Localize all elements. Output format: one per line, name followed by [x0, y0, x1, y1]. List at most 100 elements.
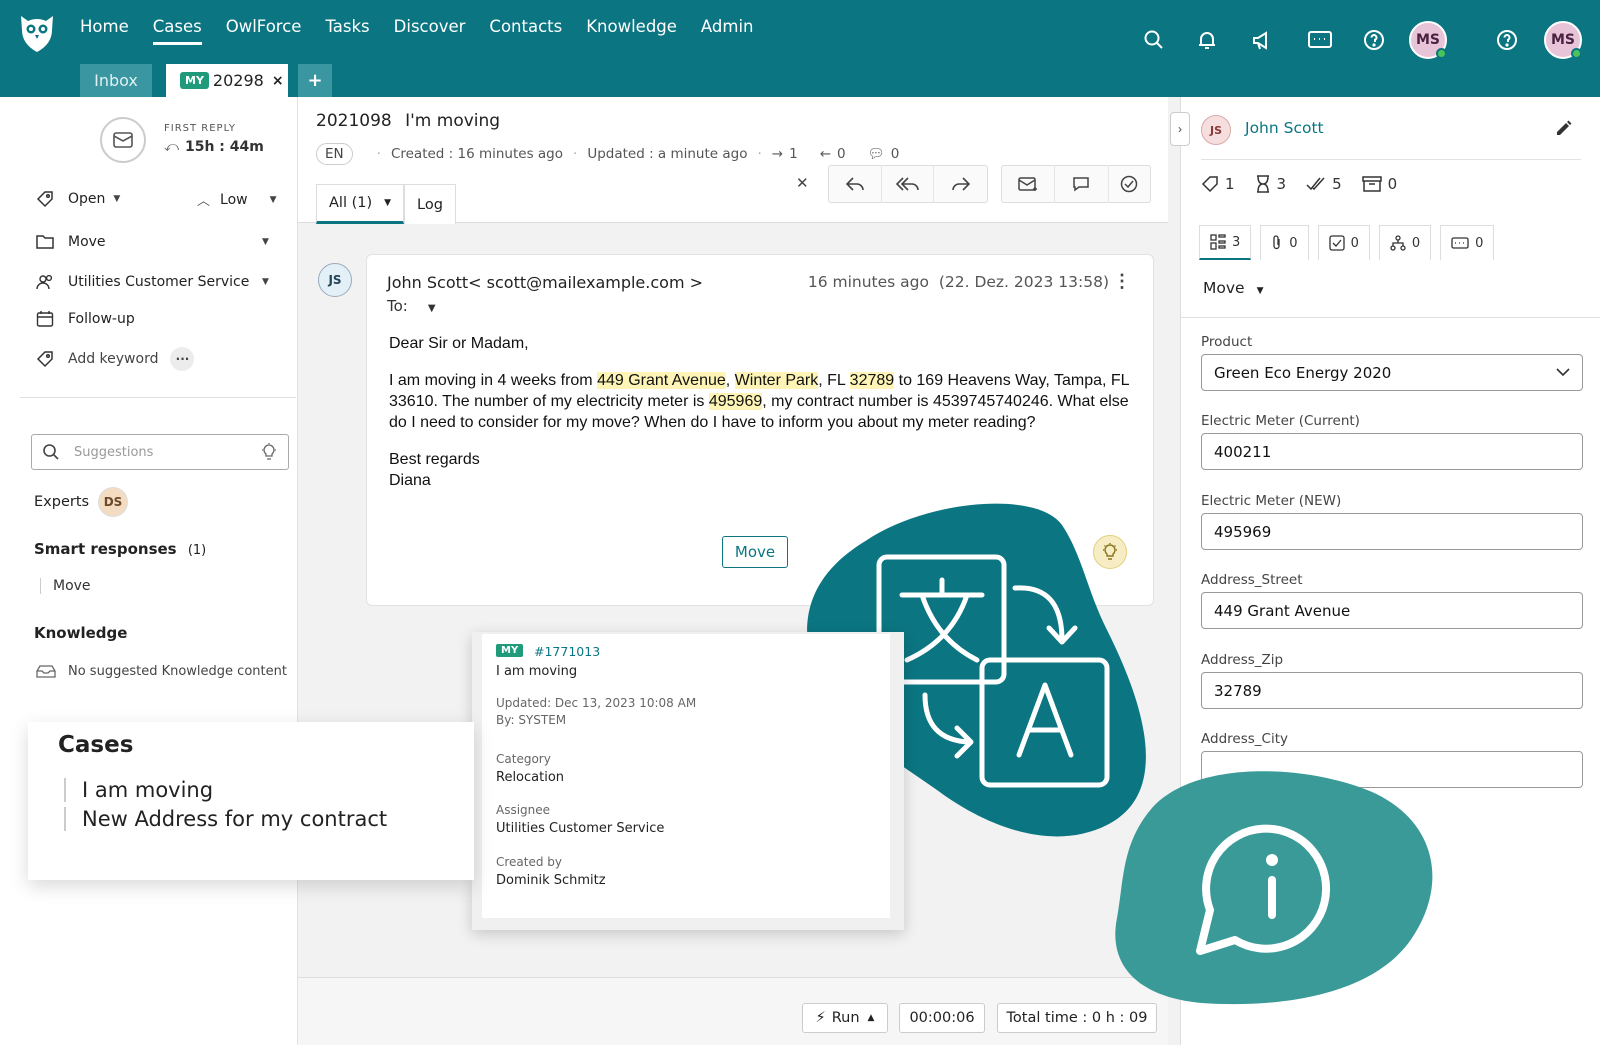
tab-all[interactable]: All (1) ▼ — [316, 184, 405, 224]
cases-overlay-item[interactable]: New Address for my contract — [64, 807, 387, 831]
tab-tasks[interactable]: 0 — [1317, 225, 1370, 260]
stat-archived[interactable]: 0 — [1361, 175, 1397, 193]
related-case-card[interactable]: MY #1771013 I am moving Updated: Dec 13,… — [482, 634, 890, 918]
nav-contacts[interactable]: Contacts — [489, 17, 562, 45]
language-badge[interactable]: EN — [316, 143, 353, 165]
category-dropdown[interactable]: Move ▼ — [36, 234, 269, 250]
nav-home[interactable]: Home — [80, 17, 129, 45]
folder-icon — [36, 234, 56, 250]
cases-overlay-item[interactable]: I am moving — [64, 778, 213, 802]
chat-window-icon[interactable] — [1307, 28, 1333, 52]
tab-all-label: All (1) — [329, 195, 373, 211]
users-icon — [36, 273, 56, 291]
email-time: 16 minutes ago (22. Dez. 2023 13:58) — [807, 273, 1109, 291]
nav-tasks[interactable]: Tasks — [325, 17, 369, 45]
close-tab-icon[interactable]: × — [272, 73, 284, 89]
nav-discover[interactable]: Discover — [394, 17, 466, 45]
product-select[interactable]: Green Eco Energy 2020 — [1201, 354, 1583, 391]
related-case-number[interactable]: #1771013 — [534, 644, 600, 659]
workspace-tabs: Inbox MY 20298 × + — [80, 64, 332, 97]
collapse-panel-button[interactable]: › — [1170, 112, 1190, 146]
move-action-button[interactable]: Move — [722, 536, 788, 568]
sender-avatar[interactable]: JS — [318, 263, 352, 297]
meter-current-field[interactable]: 400211 — [1201, 433, 1583, 470]
knowledge-empty-state: No suggested Knowledge content — [36, 663, 287, 679]
customer-name-link[interactable]: John Scott — [1245, 119, 1324, 137]
incoming-count: 0 — [837, 146, 846, 162]
user-avatar[interactable]: MS — [1409, 21, 1447, 59]
collapse-all-icon[interactable]: ✕ — [796, 174, 809, 192]
priority-dropdown[interactable]: ︿ Low ▼ — [197, 190, 277, 210]
reply-arrow-icon: ⤺ — [164, 139, 179, 155]
stat-value: 3 — [1276, 175, 1287, 193]
main-nav: Home Cases OwlForce Tasks Discover Conta… — [80, 17, 778, 45]
chevron-up-icon: ︿ — [197, 194, 211, 209]
tab-case[interactable]: MY 20298 × — [166, 64, 288, 97]
add-comment-button[interactable] — [1055, 165, 1109, 203]
help-icon[interactable] — [1362, 28, 1386, 52]
email-closing: Best regards — [389, 451, 480, 468]
suggestions-input[interactable]: Suggestions — [31, 434, 289, 470]
user-avatar-secondary[interactable]: MS — [1544, 21, 1582, 59]
expert-avatar[interactable]: DS — [98, 487, 128, 517]
outgoing-count: 1 — [789, 146, 798, 162]
tab-cases[interactable]: 3 — [1199, 225, 1252, 260]
stat-resolved[interactable]: 5 — [1306, 175, 1342, 193]
nav-admin[interactable]: Admin — [701, 17, 754, 45]
smart-response-label: Move — [53, 578, 91, 594]
customer-avatar[interactable]: JS — [1201, 115, 1231, 145]
meter-new-field[interactable]: 495969 — [1201, 513, 1583, 550]
megaphone-icon[interactable] — [1250, 28, 1274, 52]
nav-owlforce[interactable]: OwlForce — [226, 17, 302, 45]
reply-icon — [845, 177, 864, 191]
owl-logo-icon[interactable] — [18, 12, 56, 54]
category-selector[interactable]: Move ▼ — [1203, 279, 1264, 297]
created-by-value: Dominik Schmitz — [496, 873, 606, 888]
forward-button[interactable] — [934, 165, 987, 203]
nav-knowledge[interactable]: Knowledge — [586, 17, 677, 45]
entity-zip: 32789 — [849, 372, 895, 389]
tab-contracts[interactable]: 0 — [1440, 225, 1495, 260]
close-case-button[interactable] — [1109, 165, 1150, 203]
zip-field[interactable]: 32789 — [1201, 672, 1583, 709]
add-keyword-button[interactable]: Add keyword ··· — [36, 347, 195, 371]
email-from: John Scott< scott@mailexample.com > — [387, 273, 704, 292]
more-options-button[interactable]: ··· — [170, 347, 195, 371]
my-badge: MY — [180, 72, 209, 89]
search-icon[interactable] — [1142, 28, 1166, 52]
envelope-icon — [113, 132, 133, 148]
run-button[interactable]: ⚡︎ Run ▲ — [802, 1003, 888, 1033]
street-field[interactable]: 449 Grant Avenue — [1201, 592, 1583, 629]
status-dropdown[interactable]: Open ▼ — [36, 190, 120, 208]
paperclip-icon — [1273, 235, 1280, 250]
tab-log[interactable]: Log — [404, 184, 456, 224]
reply-button[interactable] — [829, 165, 882, 203]
card-icon — [1451, 237, 1469, 249]
stat-pending[interactable]: 3 — [1255, 175, 1287, 193]
group-dropdown[interactable]: Utilities Customer Service ▼ — [36, 273, 269, 291]
top-bar: Home Cases OwlForce Tasks Discover Conta… — [0, 0, 1600, 97]
new-email-button[interactable] — [1002, 165, 1056, 203]
tag-icon — [36, 190, 56, 208]
add-tab-button[interactable]: + — [298, 64, 332, 97]
tab-inbox[interactable]: Inbox — [80, 64, 152, 97]
smart-response-item[interactable]: Move — [40, 578, 91, 594]
email-to[interactable]: To: ▼ — [387, 297, 436, 315]
view-tabs: All (1) ▼ Log — [316, 184, 456, 224]
tab-attachments[interactable]: 0 — [1260, 225, 1309, 260]
chevron-down-icon — [1556, 368, 1570, 377]
tab-relations[interactable]: 0 — [1378, 225, 1432, 260]
edit-pencil-icon[interactable] — [1555, 119, 1573, 137]
info-dot — [1266, 854, 1278, 866]
smart-responses-label: Smart responses — [34, 540, 177, 558]
more-vertical-icon[interactable]: ⋮ — [1113, 271, 1131, 292]
help-icon-secondary[interactable] — [1495, 28, 1519, 52]
nav-cases[interactable]: Cases — [152, 17, 202, 45]
text: , — [725, 372, 735, 389]
reply-all-button[interactable] — [882, 165, 935, 203]
case-meta: EN · Created : 16 minutes ago · Updated … — [316, 143, 899, 165]
stat-open-cases[interactable]: 1 — [1201, 175, 1235, 193]
assignee-label: Assignee — [496, 803, 551, 817]
bell-icon[interactable] — [1195, 28, 1219, 52]
followup-button[interactable]: Follow-up — [36, 310, 135, 328]
